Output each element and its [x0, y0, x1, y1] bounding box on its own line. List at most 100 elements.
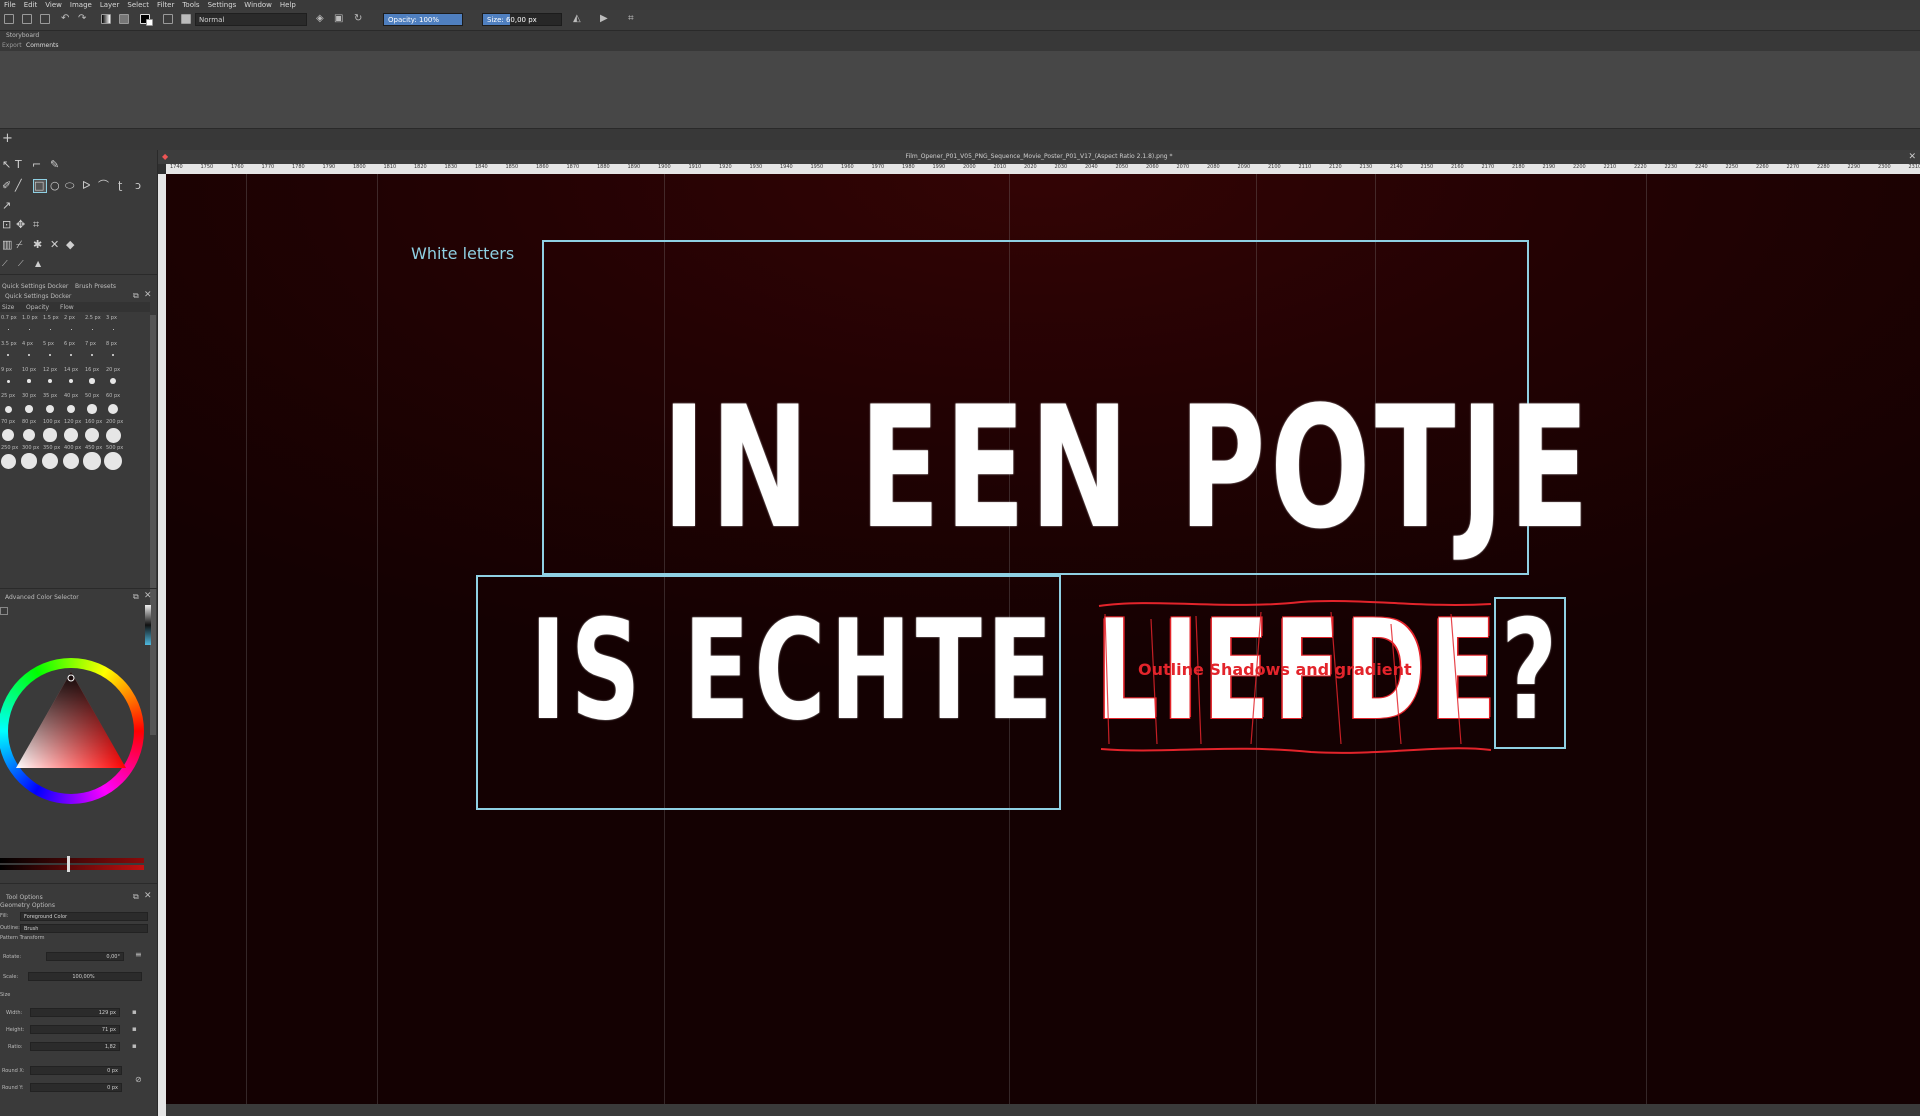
- size-preset-button[interactable]: [2, 429, 14, 441]
- opacity-slider[interactable]: Opacity: 100%: [383, 13, 463, 26]
- size-preset-button[interactable]: [66, 404, 76, 414]
- color-slider-2[interactable]: [0, 865, 144, 870]
- size-preset-button[interactable]: [64, 428, 78, 442]
- menu-select[interactable]: Select: [123, 0, 153, 10]
- polyline-tool-icon[interactable]: ᐅ: [82, 180, 90, 192]
- size-preset-button[interactable]: [43, 428, 57, 442]
- subtab-size[interactable]: Size: [2, 304, 14, 311]
- pan-tool-icon[interactable]: ▲: [35, 258, 41, 270]
- ellipse-tool-icon[interactable]: ○: [50, 180, 60, 192]
- outline-select[interactable]: Brush: [20, 924, 148, 933]
- menu-tools[interactable]: Tools: [178, 0, 203, 10]
- export-tab[interactable]: Export: [2, 42, 22, 49]
- freehand-path-icon[interactable]: ʈ: [118, 180, 122, 192]
- assistant-tool-icon[interactable]: ✕: [50, 239, 59, 251]
- size-preset-button[interactable]: [6, 379, 10, 383]
- close-icon[interactable]: ✕: [144, 591, 152, 601]
- size-preset-button[interactable]: [28, 328, 30, 330]
- size-preset-button[interactable]: [22, 428, 36, 442]
- rotate-field[interactable]: 0,00°: [46, 952, 124, 961]
- add-tab-icon[interactable]: +: [2, 131, 13, 146]
- size-preset-button[interactable]: [89, 378, 95, 384]
- size-preset-button[interactable]: [49, 354, 51, 356]
- size-preset-button[interactable]: [84, 427, 100, 443]
- menu-file[interactable]: File: [0, 0, 20, 10]
- link-icon[interactable]: ⊘: [135, 1075, 142, 1084]
- menu-settings[interactable]: Settings: [204, 0, 241, 10]
- horizontal-ruler[interactable]: 1740 1750 1760 1770 1780 1790 1800 1810 1820 1830…: [166, 164, 1920, 174]
- menu-help[interactable]: Help: [276, 0, 300, 10]
- size-preset-button[interactable]: [83, 452, 101, 470]
- height-field[interactable]: 71 px: [30, 1025, 120, 1034]
- size-preset-button[interactable]: [91, 328, 93, 330]
- blend-mode-select[interactable]: Normal: [195, 13, 307, 26]
- size-preset-button[interactable]: [105, 427, 121, 443]
- panel-scrollbar[interactable]: [150, 315, 156, 735]
- close-document-icon[interactable]: ✕: [1908, 150, 1916, 164]
- open-document-icon[interactable]: [22, 14, 32, 24]
- menu-edit[interactable]: Edit: [20, 0, 42, 10]
- subtab-flow[interactable]: Flow: [60, 304, 74, 311]
- size-preset-button[interactable]: [0, 453, 16, 469]
- brush-preset-icon[interactable]: [181, 14, 191, 24]
- gradient-icon[interactable]: [101, 14, 111, 24]
- size-preset-button[interactable]: [87, 404, 97, 414]
- transform-tool-icon[interactable]: ⊡: [2, 219, 11, 231]
- wrap-around-icon[interactable]: ⌗: [628, 12, 634, 26]
- storyboard-tab[interactable]: Storyboard: [6, 32, 39, 39]
- quick-settings-tab[interactable]: Quick Settings Docker: [2, 283, 68, 290]
- new-document-icon[interactable]: [4, 14, 14, 24]
- size-preset-button[interactable]: [45, 404, 55, 414]
- size-preset-button[interactable]: [7, 328, 9, 330]
- size-preset-button[interactable]: [91, 354, 93, 356]
- size-preset-button[interactable]: [4, 405, 12, 413]
- multibrush-icon[interactable]: ↗: [2, 200, 11, 212]
- rectangle-tool-icon[interactable]: □: [33, 179, 47, 193]
- close-icon[interactable]: ✕: [144, 891, 152, 901]
- size-preset-button[interactable]: [104, 452, 122, 470]
- vertical-ruler[interactable]: [158, 174, 166, 1116]
- poster-canvas[interactable]: White letters IN EEN POTJE IS ECHTE LIEF…: [166, 174, 1920, 1104]
- polygon-tool-icon[interactable]: ⬭: [65, 180, 74, 192]
- rotate-menu-icon[interactable]: ≡: [135, 950, 142, 959]
- mirror-vertical-icon[interactable]: ▶: [600, 12, 608, 26]
- reload-icon[interactable]: ↻: [354, 12, 362, 26]
- subtab-opacity[interactable]: Opacity: [26, 304, 49, 311]
- color-settings-icon[interactable]: [0, 607, 8, 615]
- fill-tool-icon[interactable]: ◆: [66, 239, 74, 251]
- size-preset-button[interactable]: [41, 452, 59, 470]
- size-preset-button[interactable]: [7, 354, 9, 356]
- smart-patch-icon[interactable]: ✱: [33, 239, 42, 251]
- menu-filter[interactable]: Filter: [153, 0, 178, 10]
- brush-tool-icon[interactable]: ✐: [2, 180, 11, 192]
- undo-icon[interactable]: ↶: [61, 12, 69, 26]
- round-y-field[interactable]: 0 px: [30, 1083, 122, 1092]
- measure-tool-icon[interactable]: ⟋: [2, 258, 8, 270]
- scale-field[interactable]: 100,00%: [28, 972, 142, 981]
- size-preset-button[interactable]: [108, 404, 118, 414]
- saturation-value-triangle[interactable]: [0, 658, 146, 804]
- menu-image[interactable]: Image: [66, 0, 96, 10]
- size-preset-button[interactable]: [27, 379, 31, 383]
- lock-icon[interactable]: ▪: [132, 1042, 137, 1050]
- size-preset-button[interactable]: [47, 378, 53, 384]
- size-preset-button[interactable]: [21, 453, 37, 469]
- brush-presets-tab[interactable]: Brush Presets: [75, 283, 116, 290]
- float-icon[interactable]: ⧉: [133, 592, 139, 602]
- fill-select[interactable]: Foreground Color: [20, 912, 148, 921]
- horizontal-scrollbar[interactable]: [166, 1104, 1920, 1116]
- mirror-horizontal-icon[interactable]: ◭: [573, 12, 581, 26]
- menu-window[interactable]: Window: [240, 0, 276, 10]
- save-icon[interactable]: [40, 14, 50, 24]
- pattern-icon[interactable]: [119, 14, 129, 24]
- select-shapes-icon[interactable]: ↖: [2, 159, 11, 171]
- alpha-lock-icon[interactable]: ▣: [334, 12, 343, 26]
- line-tool-icon[interactable]: ╱: [15, 180, 22, 192]
- size-preset-button[interactable]: [49, 328, 51, 330]
- menu-view[interactable]: View: [41, 0, 66, 10]
- size-preset-button[interactable]: [68, 378, 74, 384]
- menu-layer[interactable]: Layer: [96, 0, 124, 10]
- ratio-field[interactable]: 1,82: [30, 1042, 120, 1051]
- redo-icon[interactable]: ↷: [78, 12, 86, 26]
- size-slider[interactable]: Size: 60,00 px: [482, 13, 562, 26]
